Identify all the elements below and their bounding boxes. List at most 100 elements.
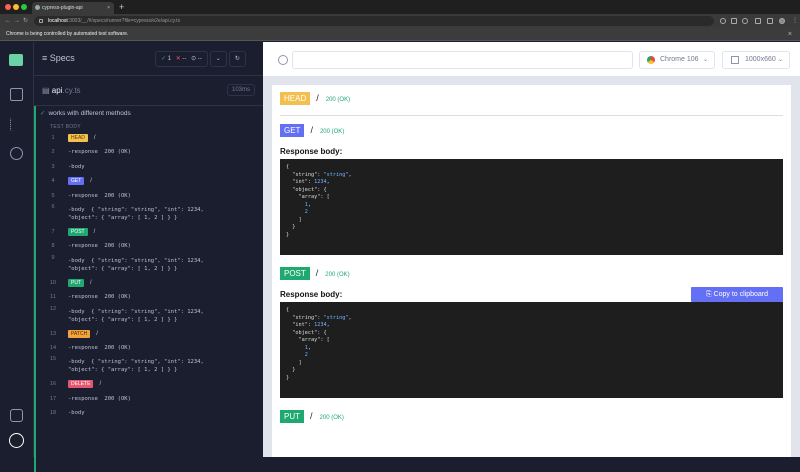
spec-extension: .cy.ts [62, 86, 81, 95]
command-row[interactable]: 6 -body { "string": "string", "int": 1234… [36, 203, 263, 225]
command-number: 12 [49, 305, 57, 312]
automation-info-bar: Chrome is being controlled by automated … [0, 28, 800, 41]
address-bar-row: ← → ↻ localhost:3003/__/#/specs/runner?f… [0, 14, 800, 28]
command-message: -body { "string": "string", "int": 1234,… [68, 206, 204, 221]
command-number: 9 [51, 254, 55, 261]
copy-to-clipboard-button[interactable]: ⎘ Copy to clipboard [691, 287, 783, 302]
command-row[interactable]: 18 -body [36, 406, 263, 420]
command-row[interactable]: 13 PATCH / [36, 327, 263, 341]
site-info-icon[interactable] [39, 19, 43, 23]
command-row[interactable]: 10 PUT / [36, 276, 263, 290]
rerun-icon[interactable]: ↻ [228, 51, 246, 67]
extensions-icon[interactable] [755, 18, 761, 24]
info-bar-close-icon[interactable]: × [788, 28, 792, 41]
specs-toggle[interactable]: ≡ Specs [42, 53, 75, 63]
head-method-badge: HEAD [68, 134, 88, 142]
post-request-row: POST / 200 (OK) [280, 267, 783, 280]
reload-icon[interactable]: ↻ [23, 14, 28, 28]
new-tab-button[interactable]: + [119, 0, 124, 14]
post-status: 200 (OK) [325, 272, 350, 278]
response-body-title: Response body: [280, 290, 343, 299]
command-message: -response 200 (OK) [68, 149, 131, 156]
aut-url-field[interactable] [292, 51, 633, 69]
response-body-title: Response body: [280, 147, 343, 156]
viewport-selector[interactable]: 1000x660 ⌄ [722, 51, 790, 69]
head-request-row: HEAD / 200 (OK) [280, 92, 783, 105]
bookmark-star-icon[interactable] [742, 18, 748, 24]
command-message: -body { "string": "string", "int": 1234,… [68, 308, 204, 323]
get-status: 200 (OK) [319, 129, 345, 135]
runs-calendar-icon[interactable] [10, 88, 23, 101]
settings-gear-icon[interactable] [10, 147, 23, 160]
response-body-code[interactable]: { "string": "string", "int": 1234, "obje… [280, 302, 783, 398]
browser-tab-strip: cypress-plugin-api × + [0, 0, 800, 14]
specs-runner-logo-icon[interactable] [9, 54, 23, 66]
command-path: / [93, 228, 96, 235]
pending-icon: ⊙ [191, 56, 197, 62]
passed-count: ✓ 1 ✕ -- ⊙ -- [155, 51, 208, 67]
response-body-code[interactable]: { "string": "string", "int": 1234, "obje… [280, 159, 783, 255]
command-row[interactable]: 17 -response 200 (OK) [36, 392, 263, 406]
command-message: -response 200 (OK) [68, 294, 131, 301]
command-row[interactable]: 12 -body { "string": "string", "int": 123… [36, 305, 263, 327]
specs-label: Specs [49, 53, 75, 63]
put-path: / [310, 411, 313, 421]
spec-duration: 103ms [226, 84, 255, 96]
close-window-button[interactable] [5, 4, 11, 10]
passed-value: 1 [167, 56, 172, 62]
browser-selector[interactable]: Chrome 106 ⌄ [639, 51, 715, 69]
command-row[interactable]: 7 POST / [36, 225, 263, 239]
head-path: / [316, 93, 319, 103]
dropdown-chevron-icon[interactable]: ⌄ [209, 51, 227, 67]
specs-list-icon[interactable] [10, 118, 23, 131]
put-method-badge: PUT [68, 278, 84, 287]
url-field[interactable]: localhost:3003/__/#/specs/runner?file=cy… [34, 16, 714, 26]
command-row[interactable]: 9 -body { "string": "string", "int": 1234… [36, 254, 263, 276]
delete-method-badge: DELETE [68, 380, 94, 389]
command-path: / [93, 135, 96, 141]
command-row[interactable]: 2 -response 200 (OK) [36, 145, 263, 159]
command-path: / [99, 381, 102, 388]
post-path: / [315, 268, 319, 278]
menu-kebab-icon[interactable]: ⋮ [792, 14, 798, 28]
test-title[interactable]: ✓ works with different methods [40, 109, 131, 117]
keyboard-shortcuts-icon[interactable] [10, 409, 23, 422]
command-message: -response 200 (OK) [68, 243, 131, 250]
passed-check-icon: ✓ [40, 110, 46, 117]
clipboard-icon: ⎘ [705, 291, 712, 298]
browser-tab[interactable]: cypress-plugin-api × [32, 2, 114, 14]
maximize-window-button[interactable] [21, 4, 27, 10]
command-path: / [90, 279, 92, 286]
get-method-badge: GET [280, 124, 305, 137]
command-row[interactable]: 11 -response 200 (OK) [36, 290, 263, 304]
back-arrow-icon[interactable]: ← [5, 14, 11, 28]
zoom-icon[interactable] [720, 18, 726, 24]
viewport-size: 1000x660 [745, 56, 776, 63]
tab-close-icon[interactable]: × [107, 2, 110, 14]
command-number: 8 [51, 243, 55, 250]
minimize-window-button[interactable] [13, 4, 19, 10]
command-number: 3 [51, 163, 55, 170]
chrome-logo-icon [647, 56, 655, 64]
command-row[interactable]: 15 -body { "string": "string", "int": 123… [36, 355, 263, 377]
command-request: GET / [68, 174, 259, 188]
command-row[interactable]: 5 -response 200 (OK) [36, 189, 263, 203]
sidebar-toggle-icon[interactable] [767, 18, 773, 24]
command-row[interactable]: 3 -body [36, 160, 263, 174]
forward-arrow-icon[interactable]: → [14, 14, 20, 28]
chevron-down-icon: ⌄ [702, 57, 708, 63]
selector-playground-icon[interactable] [278, 55, 288, 65]
share-icon[interactable] [731, 18, 737, 24]
test-item[interactable]: ✓ works with different methods TEST BODY … [34, 106, 263, 472]
command-row[interactable]: 14 -response 200 (OK) [36, 341, 263, 355]
command-request: PATCH / [68, 327, 259, 341]
head-status: 200 (OK) [325, 97, 351, 103]
command-row[interactable]: 4 GET / [36, 174, 263, 188]
command-row[interactable]: 16 DELETE / [36, 377, 263, 391]
command-request: DELETE / [68, 377, 259, 391]
profile-icon[interactable] [779, 18, 785, 24]
command-number: 4 [51, 178, 55, 185]
command-row[interactable]: 8 -response 200 (OK) [36, 239, 263, 253]
cypress-cy-logo-icon[interactable] [9, 433, 24, 448]
command-row[interactable]: 1 HEAD / [36, 131, 263, 145]
